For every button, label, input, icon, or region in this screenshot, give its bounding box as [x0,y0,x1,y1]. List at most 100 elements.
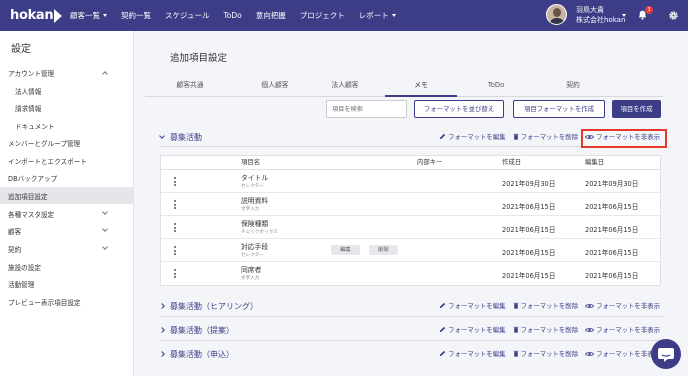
nav-label: 意向把握 [255,11,286,20]
chevron-right-icon [159,303,165,309]
tab-bar: 顧客共通 個人顧客 法人顧客 メモ ToDo 契約 [145,79,663,97]
table-row[interactable]: タイトル セレクター 2021年09月30日 2021年09月30日 [161,170,660,193]
sidebar-item-import-export[interactable]: インポートとエクスポート [0,152,133,169]
sidebar-item-label: 施設の設定 [8,263,41,272]
kebab-menu-icon[interactable] [174,200,176,211]
nav-intent[interactable]: 意向把握 [256,10,286,21]
kebab-menu-icon[interactable] [174,177,176,188]
section-actions: フォーマットを編集 フォーマットを削除 フォーマットを非表示 [432,325,660,334]
nav-contract-list[interactable]: 契約一覧 [121,10,151,21]
nav-customer-list[interactable]: 顧客一覧 [70,10,107,21]
field-type: セレクター [241,253,264,258]
section-toggle[interactable]: 募集活動（提案） [159,325,234,336]
nav-report[interactable]: レポート [359,10,396,21]
user-menu[interactable]: 羽鳥大貴 株式会社hokan [546,4,625,25]
create-field-format-button[interactable]: 項目フォーマットを作成 [513,100,605,118]
user-caret-down-icon[interactable] [622,14,626,17]
sidebar-item-facility[interactable]: 施設の設定 [0,258,133,275]
field-name: 対応手段 [241,243,269,251]
edited-date: 2021年06月15日 [585,226,639,234]
edit-format-link[interactable]: フォーマットを編集 [439,132,506,141]
delete-format-link[interactable]: フォーマットを削除 [513,349,578,358]
section-header: 募集活動（ヒアリング） フォーマットを編集 フォーマットを削除 フォーマットを非… [159,298,663,314]
sidebar-item-contract[interactable]: 契約 [0,240,133,257]
edit-format-link[interactable]: フォーマットを編集 [439,325,506,334]
table-row[interactable]: 同席者 文字入力 2021年06月15日 2021年06月15日 [161,262,660,285]
action-label: フォーマットを削除 [520,133,579,141]
field-name: 説明資料 [241,197,269,205]
hide-format-link[interactable]: フォーマットを非表示 [585,301,660,310]
logo-arrow-icon [54,8,63,23]
edit-format-link[interactable]: フォーマットを編集 [439,301,506,310]
trash-icon [513,350,518,357]
table-row[interactable]: 対応手段 セレクター 編集 削除 2021年06月15日 2021年06月15日 [161,239,660,262]
nav-todo[interactable]: ToDo [223,10,241,21]
sidebar-item-members[interactable]: メンバーとグループ管理 [0,134,133,151]
sidebar-item-label: 各種マスタ設定 [8,210,55,219]
sidebar-item-db-backup[interactable]: DBバックアップ [0,169,133,186]
nav-label: 顧客一覧 [70,11,100,20]
kebab-menu-icon[interactable] [174,246,176,257]
sidebar-item-masters[interactable]: 各種マスタ設定 [0,205,133,222]
hide-format-link[interactable]: フォーマットを非表示 [585,349,660,358]
caret-down-icon [103,14,107,17]
sidebar-item-billing[interactable]: 請求情報 [0,99,133,116]
sidebar-item-customer[interactable]: 顧客 [0,222,133,239]
search-input[interactable] [326,100,407,118]
gear-icon[interactable] [668,10,679,21]
row-delete-button[interactable]: 削除 [369,245,398,255]
hide-format-link[interactable]: フォーマットを非表示 [585,325,660,334]
chat-launcher-button[interactable] [651,339,681,369]
tab-memo[interactable]: メモ [385,79,457,97]
delete-format-link[interactable]: フォーマットを削除 [513,132,579,141]
nav-label: 契約一覧 [121,11,151,20]
action-label: フォーマットを非表示 [596,326,660,334]
edited-date: 2021年06月15日 [585,249,639,257]
table-row[interactable]: 保険種類 チェックボックス 2021年06月15日 2021年06月15日 [161,216,660,239]
table-row[interactable]: 説明資料 文字入力 2021年06月15日 2021年06月15日 [161,193,660,216]
caret-down-icon [391,14,396,17]
action-label: フォーマットを編集 [448,302,506,310]
header-internal-key: 内部キー [417,158,443,166]
pencil-icon [439,133,446,140]
created-date: 2021年06月15日 [502,249,556,257]
edit-format-link[interactable]: フォーマットを編集 [439,349,506,358]
action-label: フォーマットを削除 [520,326,579,334]
chevron-down-icon [102,209,108,215]
sidebar-item-corporate-info[interactable]: 法人情報 [0,82,133,99]
section-toggle[interactable]: 募集活動（申込） [159,349,234,360]
sidebar-item-account[interactable]: アカウント管理 [0,64,133,81]
reorder-format-button[interactable]: フォーマットを並び替え [414,100,504,118]
tab-customer-common[interactable]: 顧客共通 [145,79,235,97]
pencil-icon [439,326,446,333]
sidebar-item-preview-fields[interactable]: プレビュー表示項目設定 [0,293,133,310]
field-name: 同席者 [241,266,262,274]
hokan-logo[interactable]: hokan [10,8,63,23]
trash-icon [513,326,518,333]
eye-icon [585,327,595,332]
create-field-button[interactable]: 項目を作成 [612,100,661,118]
nav-project[interactable]: プロジェクト [300,10,345,21]
action-label: フォーマットを編集 [448,133,506,141]
tab-todo[interactable]: ToDo [460,79,532,97]
sidebar-item-documents[interactable]: ドキュメント [0,117,133,134]
created-date: 2021年09月30日 [502,180,556,188]
chat-bubble-icon [658,348,674,362]
kebab-menu-icon[interactable] [174,269,176,280]
pencil-icon [439,350,446,357]
kebab-menu-icon[interactable] [174,223,176,234]
tab-contract[interactable]: 契約 [537,79,609,97]
sidebar-item-custom-fields[interactable]: 追加項目設定 [0,187,133,204]
sidebar-item-label: インポートとエクスポート [8,157,87,166]
row-edit-button[interactable]: 編集 [331,245,360,255]
delete-format-link[interactable]: フォーマットを削除 [513,325,579,334]
sidebar-item-label: アカウント管理 [8,69,55,78]
chevron-down-icon [102,226,108,232]
field-name: 保険種類 [241,220,269,228]
section-toggle[interactable]: 募集活動 [159,132,202,143]
delete-format-link[interactable]: フォーマットを削除 [513,301,578,310]
section-toggle[interactable]: 募集活動（ヒアリング） [159,301,258,312]
sidebar-item-activity[interactable]: 活動管理 [0,275,133,292]
nav-schedule[interactable]: スケジュール [165,10,209,21]
tab-corporate[interactable]: 法人顧客 [300,79,390,97]
